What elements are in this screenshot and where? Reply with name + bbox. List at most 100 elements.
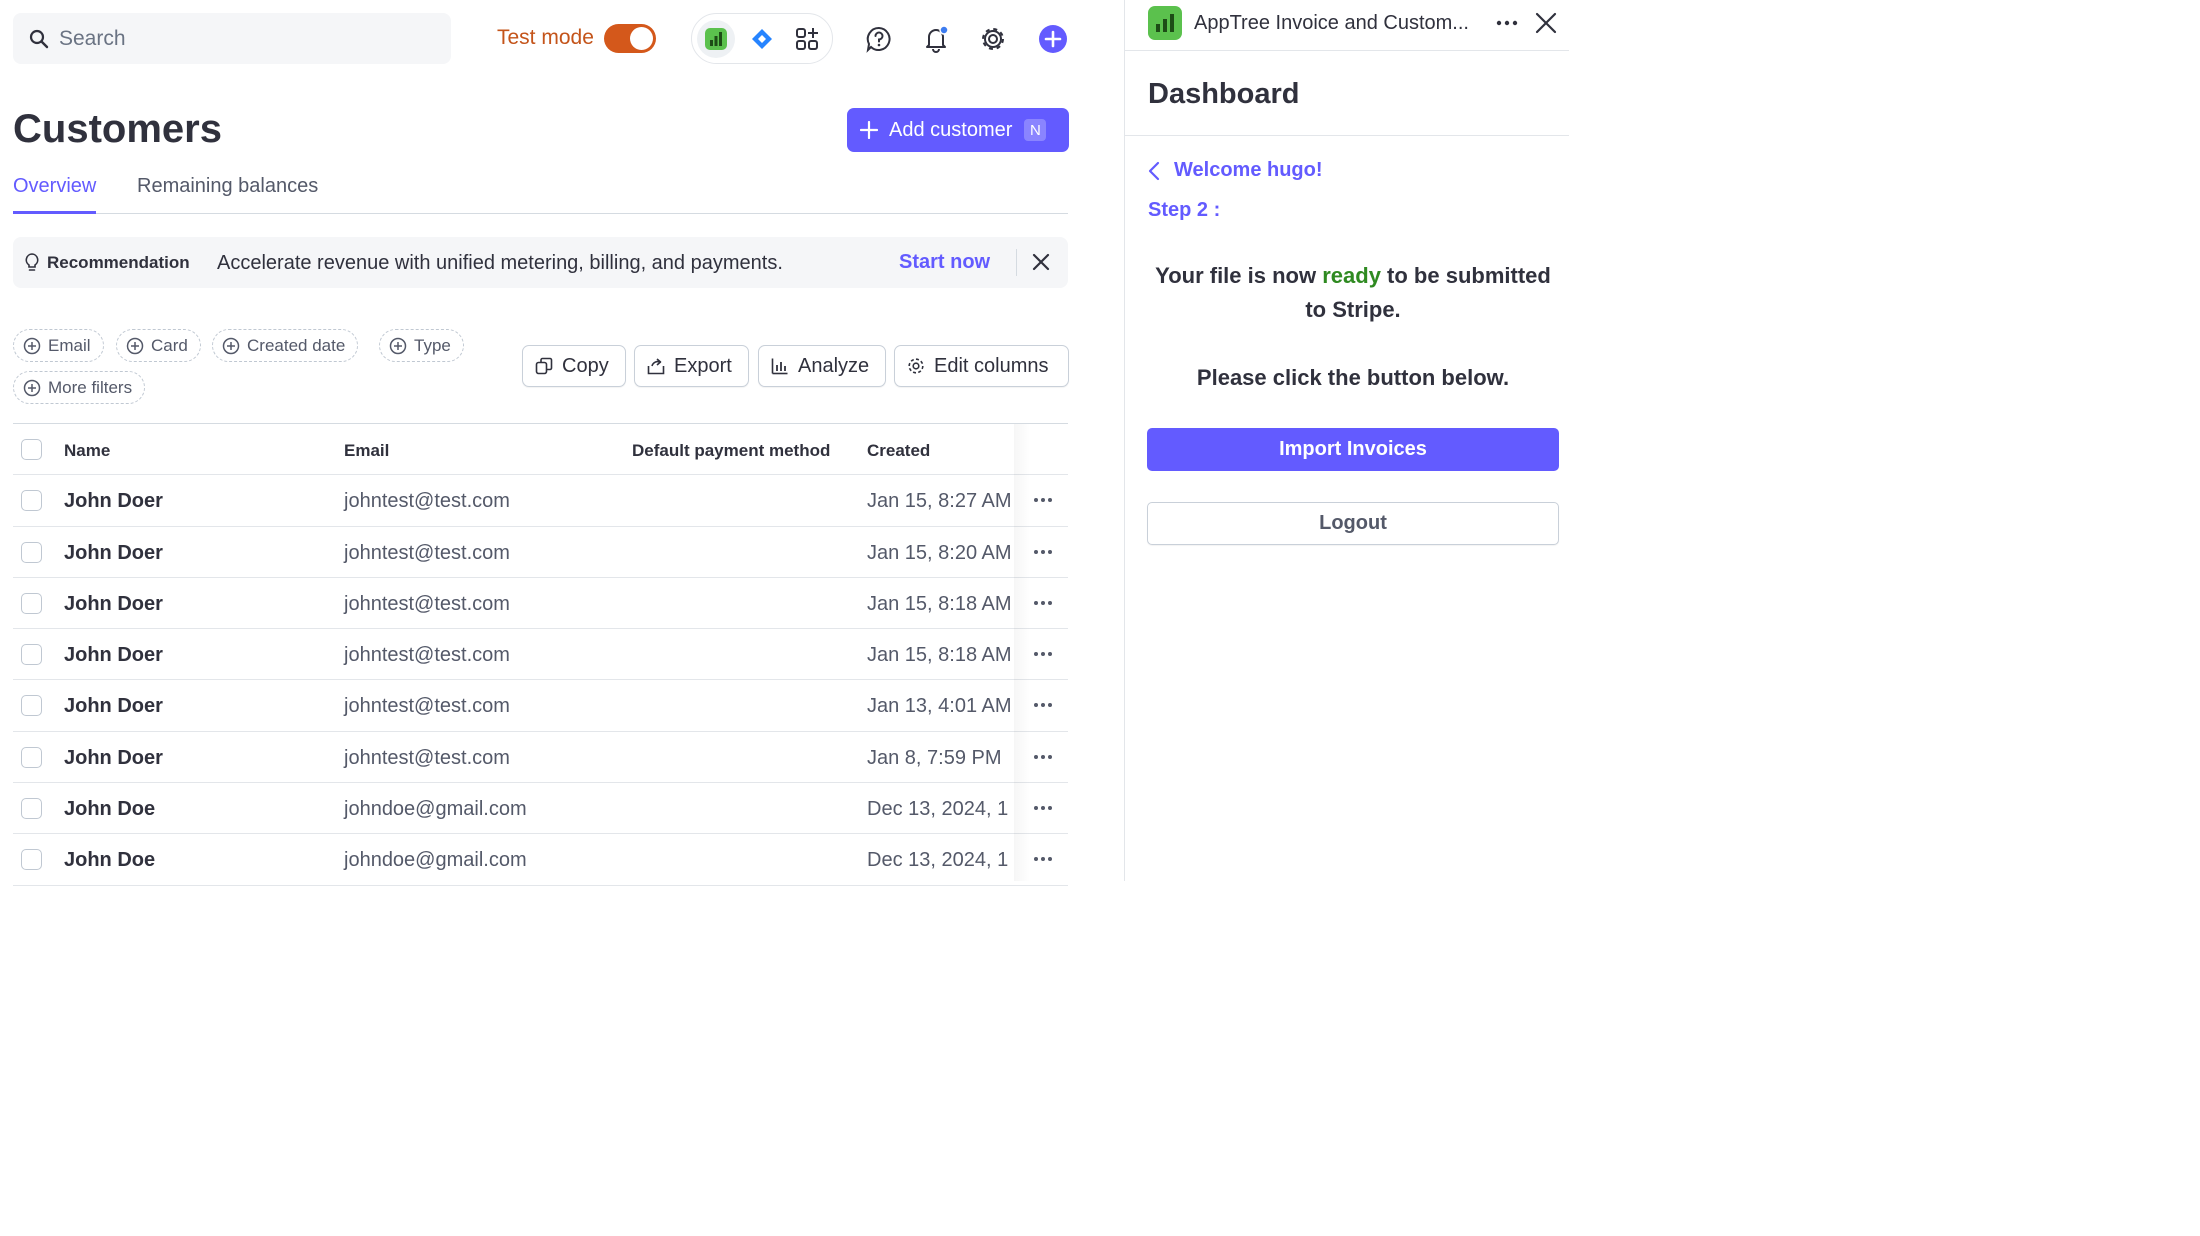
column-header-created[interactable]: Created: [867, 441, 930, 461]
customer-name: John Doe: [64, 849, 156, 872]
created-date: Dec 13, 2024, 1: [867, 849, 1009, 872]
table-row[interactable]: John Doer johntest@test.com Jan 8, 7:59 …: [13, 732, 1068, 784]
column-header-email[interactable]: Email: [344, 441, 389, 461]
row-checkbox[interactable]: [21, 592, 42, 614]
filter-label: Created date: [247, 335, 346, 355]
row-checkbox[interactable]: [21, 541, 42, 563]
help-icon[interactable]: [864, 24, 894, 54]
edit-columns-label: Edit columns: [934, 354, 1049, 377]
add-customer-button[interactable]: Add customer N: [847, 108, 1069, 152]
search-bar[interactable]: [13, 13, 451, 64]
filter-email-chip[interactable]: Email: [13, 329, 104, 362]
tabs: Overview Remaining balances: [13, 173, 1068, 214]
table-row[interactable]: John Doer johntest@test.com Jan 15, 8:27…: [13, 475, 1068, 527]
more-dots-icon[interactable]: [1030, 746, 1056, 768]
row-checkbox[interactable]: [21, 798, 42, 820]
customer-email: johntest@test.com: [344, 746, 510, 769]
step-label: Step 2 :: [1148, 199, 1221, 221]
jira-app-icon[interactable]: [743, 20, 781, 58]
more-dots-icon[interactable]: [1030, 848, 1056, 870]
plus-circle-icon: [222, 337, 240, 354]
tab-overview[interactable]: Overview: [13, 175, 97, 214]
table-row[interactable]: John Doe johndoe@gmail.com Dec 13, 2024,…: [13, 783, 1068, 835]
created-date: Jan 13, 4:01 AM: [867, 695, 1012, 718]
more-dots-icon[interactable]: [1030, 694, 1056, 716]
customer-email: johntest@test.com: [344, 695, 510, 718]
plus-circle-icon: [23, 379, 41, 396]
customer-email: johntest@test.com: [344, 592, 510, 615]
logout-button[interactable]: Logout: [1147, 502, 1559, 545]
filter-card-chip[interactable]: Card: [116, 329, 201, 362]
chevron-left-icon: [1148, 161, 1160, 180]
filter-created-date-chip[interactable]: Created date: [212, 329, 359, 362]
table-row[interactable]: John Doer johntest@test.com Jan 15, 8:18…: [13, 578, 1068, 630]
customer-email: johndoe@gmail.com: [344, 849, 527, 872]
export-label: Export: [674, 354, 732, 377]
ready-highlight: ready: [1322, 263, 1381, 288]
test-mode-toggle[interactable]: [604, 24, 656, 53]
copy-label: Copy: [562, 354, 609, 377]
back-link[interactable]: Welcome hugo!: [1148, 159, 1323, 182]
row-checkbox[interactable]: [21, 695, 42, 717]
recommendation-text: Accelerate revenue with unified metering…: [217, 252, 783, 274]
created-date: Jan 15, 8:18 AM: [867, 592, 1012, 615]
more-dots-icon[interactable]: [1494, 12, 1520, 34]
filter-label: More filters: [48, 377, 133, 397]
search-icon: [29, 29, 49, 49]
tab-remaining-balances[interactable]: Remaining balances: [137, 175, 318, 214]
create-plus-icon[interactable]: [1038, 24, 1068, 54]
edit-columns-gear-icon: [908, 358, 924, 374]
notification-bell-icon[interactable]: [921, 24, 951, 54]
row-checkbox[interactable]: [21, 644, 42, 666]
instruction-text: Please click the button below.: [1196, 365, 1510, 390]
apptree-app-icon[interactable]: [697, 20, 735, 58]
select-all-checkbox[interactable]: [21, 439, 42, 460]
settings-gear-icon[interactable]: [978, 24, 1008, 54]
test-mode-label: Test mode: [497, 26, 594, 49]
created-date: Jan 15, 8:27 AM: [867, 490, 1012, 513]
filter-type-chip[interactable]: Type: [379, 329, 464, 362]
table-row[interactable]: John Doer johntest@test.com Jan 15, 8:20…: [13, 527, 1068, 578]
customers-table: Name Email Default payment method Create…: [13, 423, 1068, 886]
table-row[interactable]: John Doer johntest@test.com Jan 13, 4:01…: [13, 680, 1068, 732]
customer-email: johntest@test.com: [344, 644, 510, 667]
customer-email: johntest@test.com: [344, 490, 510, 513]
panel-header: AppTree Invoice and Custom...: [1125, 0, 1569, 51]
close-icon[interactable]: [1032, 253, 1050, 271]
add-customer-label: Add customer: [889, 118, 1013, 141]
export-button[interactable]: Export: [634, 345, 749, 387]
analyze-label: Analyze: [798, 354, 870, 377]
panel-title: Dashboard: [1148, 78, 1300, 110]
customer-name: John Doer: [64, 644, 163, 667]
more-dots-icon[interactable]: [1030, 797, 1056, 819]
row-checkbox[interactable]: [21, 490, 42, 512]
export-icon: [647, 358, 665, 375]
edit-columns-button[interactable]: Edit columns: [894, 345, 1069, 387]
row-checkbox[interactable]: [21, 849, 42, 871]
apps-grid-icon[interactable]: [788, 20, 826, 58]
analyze-chart-icon: [771, 358, 788, 375]
created-date: Jan 15, 8:18 AM: [867, 644, 1012, 667]
analyze-button[interactable]: Analyze: [758, 345, 886, 387]
customer-name: John Doer: [64, 541, 163, 564]
filter-label: Type: [414, 335, 451, 355]
row-checkbox[interactable]: [21, 746, 42, 768]
plus-circle-icon: [23, 337, 41, 354]
more-dots-icon[interactable]: [1030, 643, 1056, 665]
more-dots-icon[interactable]: [1030, 541, 1056, 563]
more-filters-chip[interactable]: More filters: [13, 371, 146, 404]
start-now-link[interactable]: Start now: [899, 251, 990, 274]
apps-switcher: [691, 13, 833, 64]
more-dots-icon[interactable]: [1030, 592, 1056, 614]
import-invoices-button[interactable]: Import Invoices: [1147, 428, 1559, 471]
copy-button[interactable]: Copy: [522, 345, 626, 387]
table-header-row: Name Email Default payment method Create…: [13, 424, 1068, 476]
table-row[interactable]: John Doer johntest@test.com Jan 15, 8:18…: [13, 629, 1068, 681]
table-row[interactable]: John Doe johndoe@gmail.com Dec 13, 2024,…: [13, 834, 1068, 886]
column-header-payment-method[interactable]: Default payment method: [632, 441, 830, 461]
page-title: Customers: [13, 107, 222, 151]
close-icon[interactable]: [1533, 10, 1559, 36]
search-input[interactable]: [59, 26, 419, 51]
more-dots-icon[interactable]: [1030, 489, 1056, 511]
column-header-name[interactable]: Name: [64, 441, 110, 461]
